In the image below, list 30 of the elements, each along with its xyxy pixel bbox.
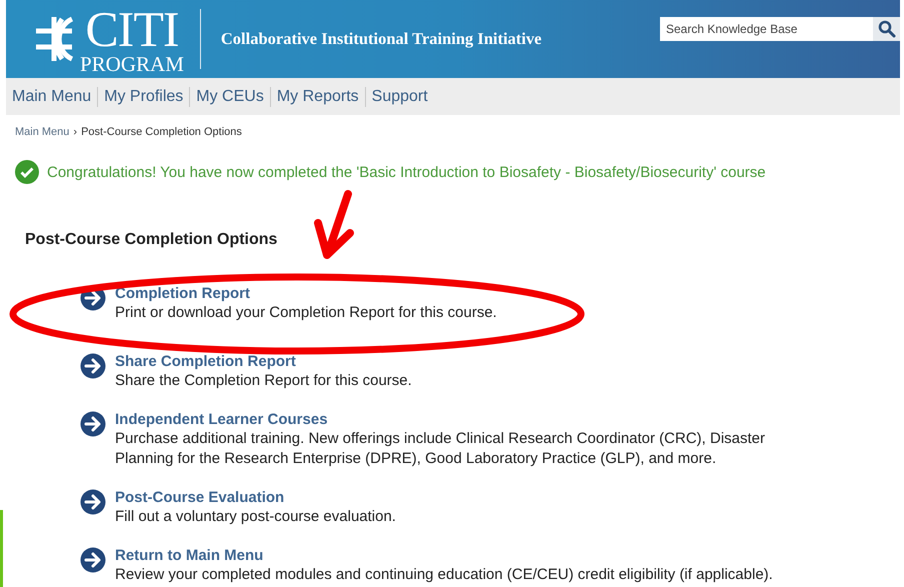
breadcrumb-current: Post-Course Completion Options	[81, 126, 242, 138]
section-title: Post-Course Completion Options	[25, 231, 278, 249]
option-link[interactable]: Return to Main Menu	[115, 546, 264, 565]
arrow-circle-icon	[80, 411, 106, 437]
option-description: Purchase additional training. New offerings include Clinical Research Coordinator (CRC), Disaster Planning for the Research Enterprise (DPRE), Good Laboratory Practice (GLP), and more.	[115, 429, 766, 469]
nav-link[interactable]: My Profiles	[97, 86, 190, 106]
option-link[interactable]: Independent Learner Courses	[115, 410, 328, 429]
nav-link[interactable]: My CEUs	[189, 86, 270, 106]
arrow-circle-icon	[80, 353, 106, 379]
search-button[interactable]	[873, 17, 900, 41]
search-field[interactable]: Search Knowledge Base	[660, 17, 873, 41]
logo[interactable]: CITI PROGRAM	[32, 9, 201, 69]
success-message: Congratulations! You have now completed the 'Basic Introduction to Biosafety - Biosafety/Biosecurity' course	[47, 164, 766, 180]
breadcrumb-separator: ›	[73, 126, 78, 138]
nav-link[interactable]: My Reports	[270, 86, 365, 106]
option-link[interactable]: Share Completion Report	[115, 352, 296, 371]
option-description: Print or download your Completion Report for this course.	[115, 303, 497, 323]
option-link[interactable]: Completion Report	[115, 284, 250, 303]
option-description: Share the Completion Report for this course.	[115, 371, 412, 391]
search-icon	[878, 20, 896, 38]
option-link[interactable]: Post-Course Evaluation	[115, 488, 284, 507]
arrow-circle-icon	[80, 547, 106, 573]
site-title: Collaborative Institutional Training Initiative	[220, 29, 542, 49]
nav-link[interactable]: Support	[364, 86, 434, 106]
arrow-circle-icon	[80, 489, 106, 515]
check-circle-icon	[15, 160, 39, 184]
breadcrumb-link[interactable]: Main Menu	[15, 126, 70, 138]
option-description: Review your completed modules and continuing education (CE/CEU) credit eligibility (if applicable).	[115, 565, 773, 585]
option-description: Fill out a voluntary post-course evaluation.	[115, 507, 396, 527]
nav-link[interactable]: Main Menu	[6, 86, 98, 106]
